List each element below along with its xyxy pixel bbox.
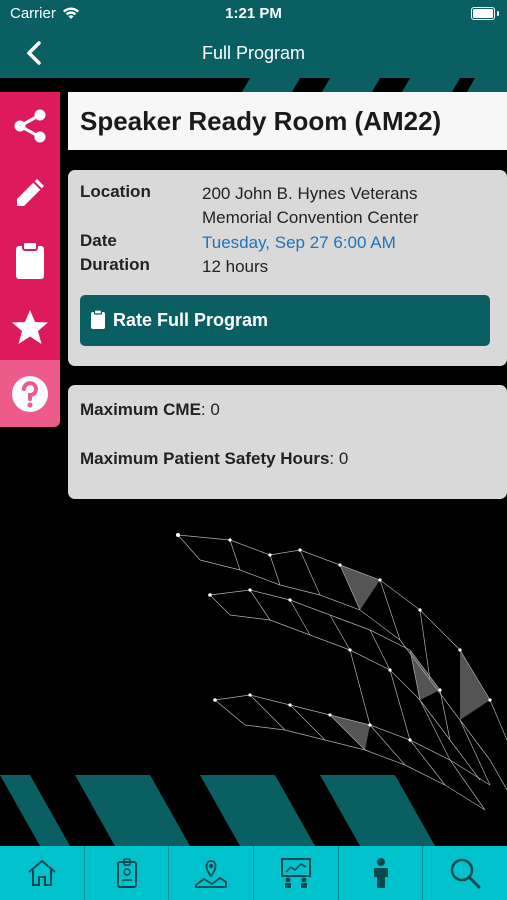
- cme-row: Maximum CME: 0: [80, 400, 220, 420]
- clipboard-icon: [91, 309, 105, 329]
- safety-hours-label: Maximum Patient Safety Hours: [80, 449, 330, 468]
- tab-home[interactable]: [0, 846, 84, 900]
- share-button[interactable]: [0, 92, 60, 159]
- person-icon: [373, 858, 388, 888]
- tab-bar: [0, 846, 507, 900]
- badge-icon: [116, 858, 137, 888]
- location-value: 200 John B. Hynes Veterans Memorial Conv…: [202, 184, 419, 227]
- tab-map[interactable]: [168, 846, 253, 900]
- share-icon: [14, 109, 46, 142]
- page-title: Full Program: [201, 43, 306, 63]
- cme-label: Maximum CME: [80, 400, 201, 419]
- search-icon: [450, 858, 481, 889]
- location-label: Location: [80, 182, 151, 201]
- wireframe-hand-illustration: [0, 533, 507, 846]
- favorite-button[interactable]: [0, 293, 60, 360]
- tab-program[interactable]: [253, 846, 338, 900]
- duration-label: Duration: [80, 255, 150, 274]
- cme-value: : 0: [200, 400, 220, 419]
- clipboard-icon: [16, 240, 44, 279]
- help-icon: [12, 375, 48, 412]
- session-title-card: Speaker Ready Room (AM22): [68, 92, 507, 150]
- map-icon: [195, 860, 228, 888]
- nav-bar: Full Program: [0, 30, 507, 78]
- safety-hours-value: : 0: [329, 449, 349, 468]
- status-bar: Carrier 1:21 PM: [0, 0, 507, 30]
- pencil-icon: [17, 178, 44, 206]
- credits-card: Maximum CME: 0 Maximum Patient Safety Ho…: [68, 385, 507, 499]
- status-time: 1:21 PM: [225, 5, 282, 22]
- presentation-icon: [280, 858, 311, 888]
- star-icon: [12, 309, 48, 344]
- battery-icon: [471, 7, 495, 20]
- evaluation-button[interactable]: [0, 226, 60, 293]
- tab-badge[interactable]: [83, 846, 169, 900]
- decorative-stripes-top: [0, 78, 507, 92]
- session-details-card: Location 200 John B. Hynes Veterans Memo…: [68, 170, 507, 366]
- notes-button[interactable]: [0, 159, 60, 226]
- help-button[interactable]: [0, 360, 60, 427]
- duration-value: 12 hours: [202, 257, 269, 276]
- home-icon: [28, 859, 56, 886]
- safety-hours-row: Maximum Patient Safety Hours: 0: [80, 449, 348, 469]
- tab-search[interactable]: [422, 846, 507, 900]
- session-title: Speaker Ready Room (AM22): [80, 106, 442, 136]
- rate-program-button[interactable]: Rate Full Program: [80, 295, 490, 346]
- action-sidebar: [0, 92, 60, 427]
- tab-people[interactable]: [337, 846, 423, 900]
- rate-program-label: Rate Full Program: [113, 310, 269, 330]
- date-link[interactable]: Tuesday, Sep 27 6:00 AM: [202, 231, 502, 255]
- date-label: Date: [80, 231, 117, 250]
